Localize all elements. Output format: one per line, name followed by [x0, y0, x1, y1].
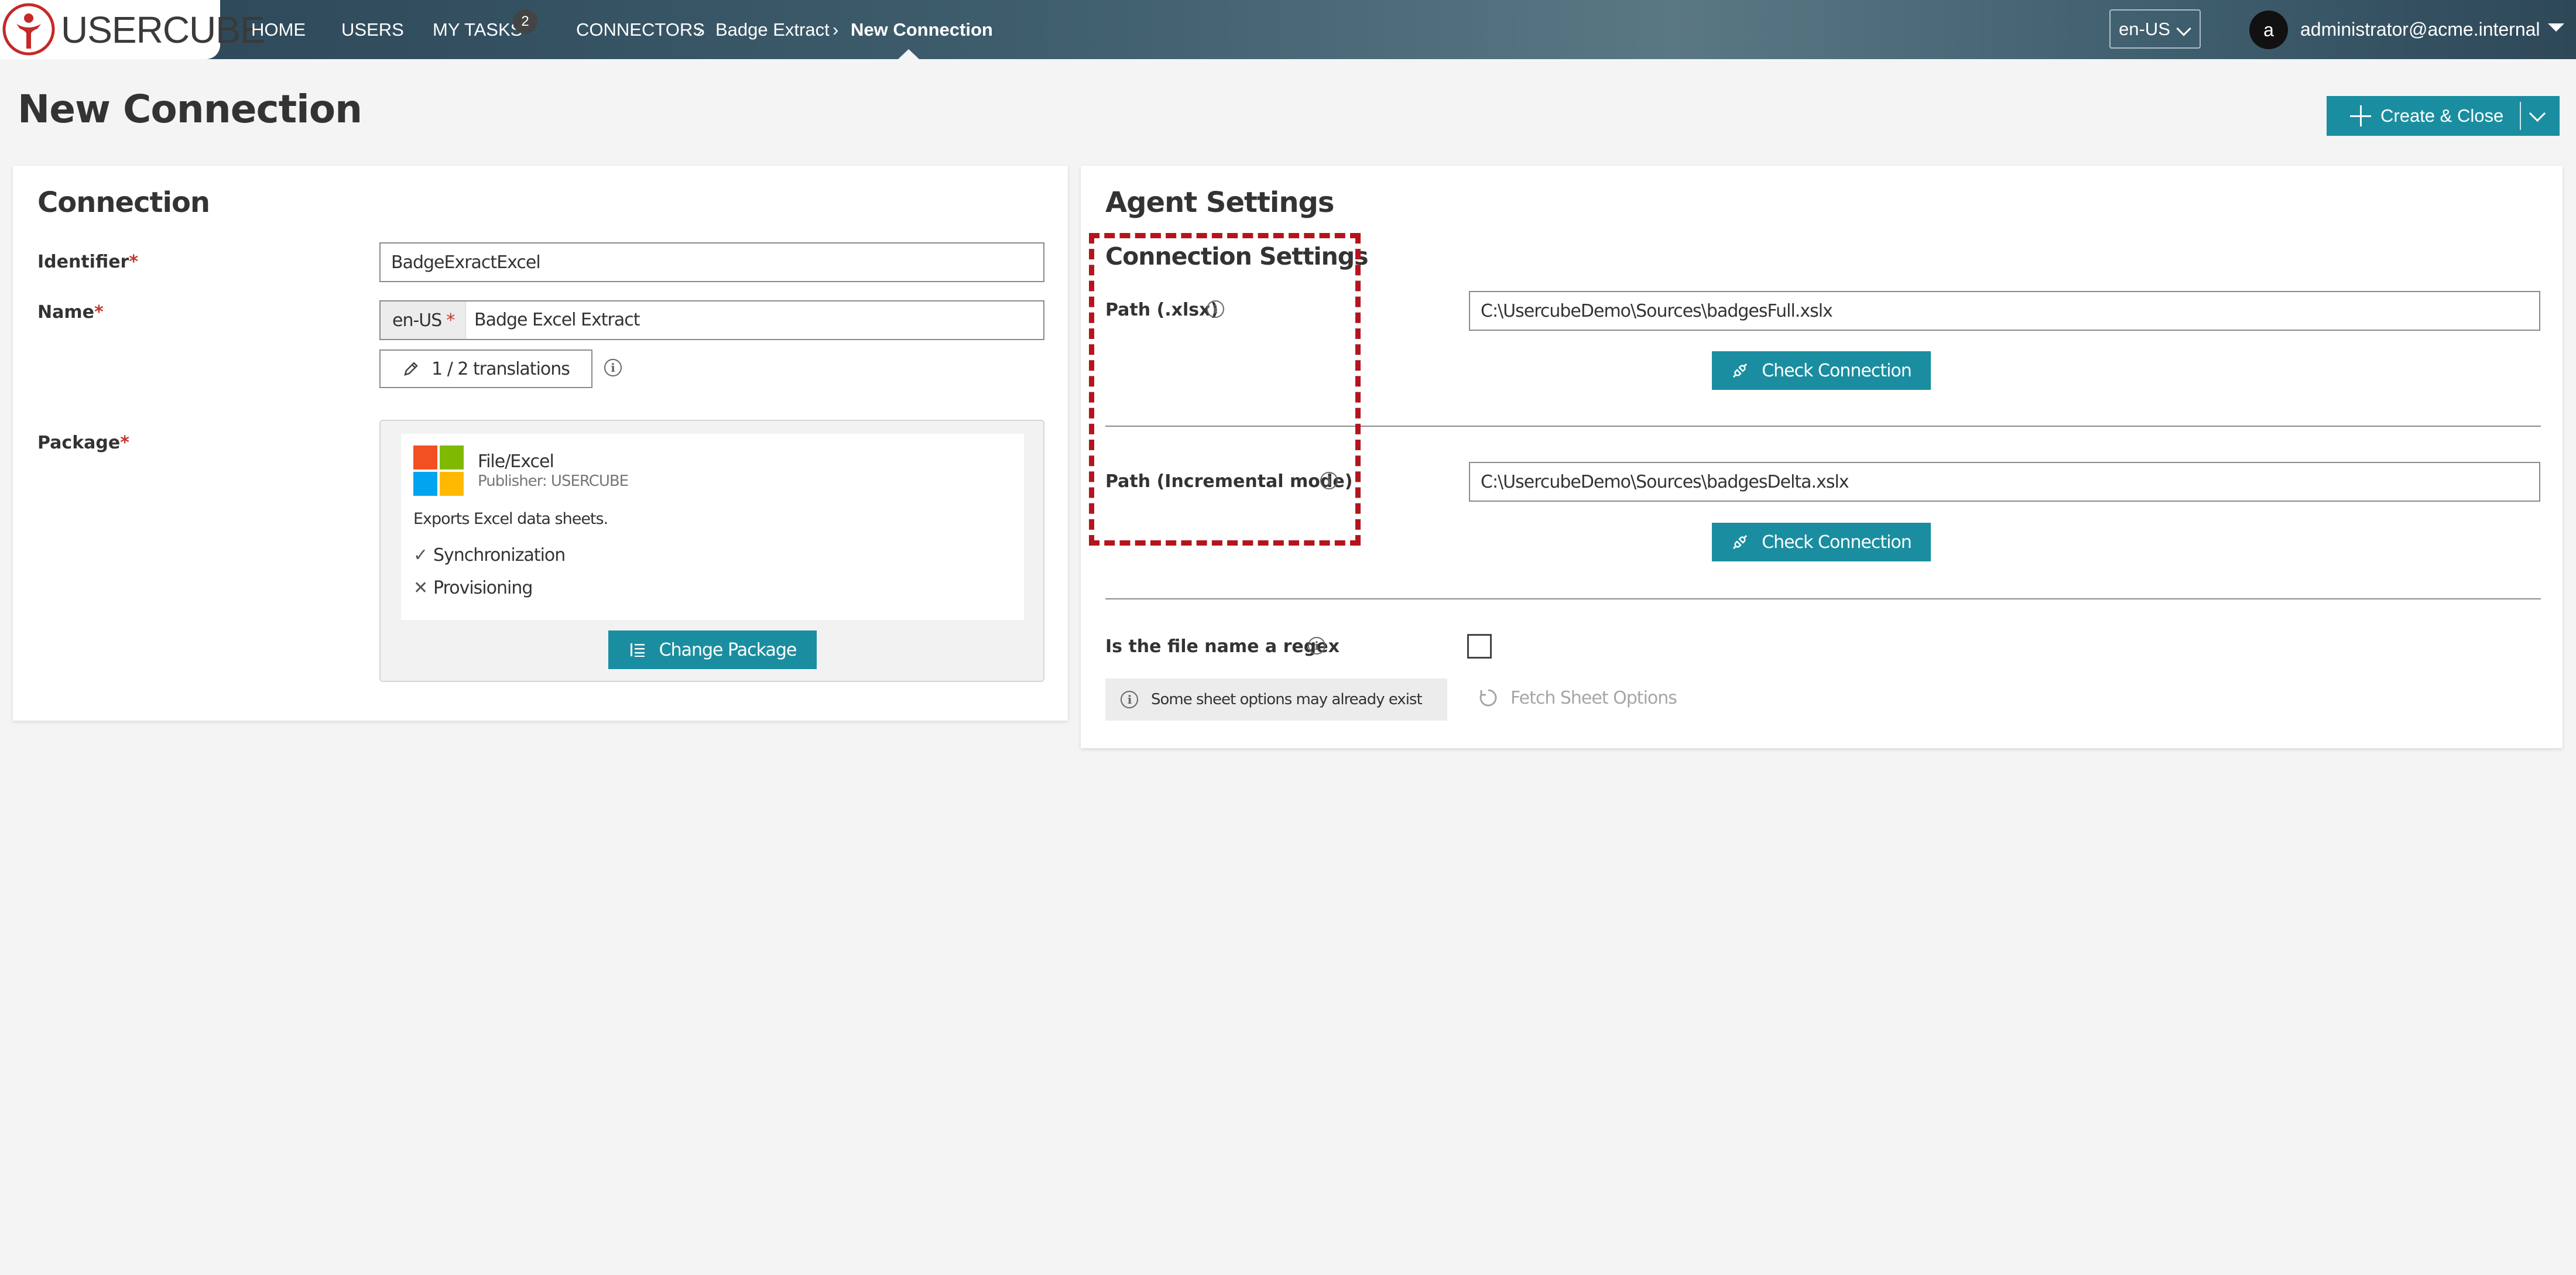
translations-label: 1 / 2 translations: [431, 358, 570, 379]
capability-synchronization: ✓ Synchronization: [413, 545, 566, 565]
check-connection-label: Check Connection: [1762, 532, 1912, 553]
info-icon: i: [1121, 691, 1138, 708]
path-xlsx-input[interactable]: C:\UsercubeDemo\Sources\badgesFull.xslx: [1469, 291, 2540, 331]
language-select[interactable]: en-US: [2109, 9, 2201, 49]
info-icon[interactable]: i: [1308, 637, 1325, 654]
name-value: Badge Excel Extract: [474, 310, 640, 330]
sheet-options-notice: i Some sheet options may already exist: [1105, 678, 1447, 721]
refresh-icon: [1479, 689, 1497, 707]
language-value: en-US: [2119, 18, 2170, 39]
page-title: New Connection: [18, 87, 362, 132]
identifier-label: Identifier*: [37, 252, 139, 272]
microsoft-excel-icon: [413, 445, 464, 496]
section-divider: [1105, 598, 2541, 599]
breadcrumb-separator-icon: ›: [697, 19, 703, 40]
package-label: Package*: [37, 433, 129, 453]
plug-icon: [1733, 363, 1748, 378]
breadcrumb-separator-icon: ›: [833, 19, 839, 40]
list-icon: [630, 643, 645, 657]
chevron-down-icon[interactable]: [2529, 105, 2546, 122]
nav-users[interactable]: USERS: [341, 19, 404, 40]
logo-text: USERCUBE: [61, 9, 265, 51]
nav-home[interactable]: HOME: [251, 19, 306, 40]
fetch-sheet-options-label: Fetch Sheet Options: [1510, 687, 1677, 708]
name-label: Name*: [37, 302, 104, 323]
cross-icon: ✕: [413, 578, 428, 598]
breadcrumb-badge-extract[interactable]: Badge Extract: [715, 19, 830, 40]
create-and-close-label: Create & Close: [2380, 105, 2504, 126]
package-publisher: Publisher: USERCUBE: [478, 472, 629, 490]
agent-settings-heading: Agent Settings: [1105, 186, 1334, 219]
usercube-logo-icon: [2, 3, 55, 56]
check-connection-button[interactable]: Check Connection: [1712, 523, 1931, 561]
fetch-sheet-options-button[interactable]: Fetch Sheet Options: [1478, 687, 1677, 708]
plug-icon: [1733, 534, 1748, 550]
top-navigation-bar: USERCUBE HOME USERS MY TASKS 2 CONNECTOR…: [0, 0, 2576, 59]
identifier-value: BadgeExractExcel: [391, 252, 541, 273]
path-incremental-input[interactable]: C:\UsercubeDemo\Sources\badgesDelta.xslx: [1469, 462, 2540, 502]
package-name: File/Excel: [478, 451, 554, 472]
change-package-label: Change Package: [659, 639, 797, 660]
user-email[interactable]: administrator@acme.internal: [2300, 19, 2540, 40]
connection-heading: Connection: [37, 186, 210, 219]
change-package-button[interactable]: Change Package: [608, 630, 817, 669]
plus-icon: [2350, 105, 2371, 126]
identifier-input[interactable]: BadgeExractExcel: [379, 242, 1044, 282]
notice-text: Some sheet options may already exist: [1151, 691, 1423, 708]
pencil-icon: [404, 362, 418, 376]
path-xlsx-value: C:\UsercubeDemo\Sources\badgesFull.xslx: [1481, 300, 1833, 321]
check-icon: ✓: [413, 545, 428, 565]
nav-my-tasks[interactable]: MY TASKS: [433, 19, 522, 40]
chevron-down-icon: [2176, 21, 2191, 36]
logo[interactable]: USERCUBE: [0, 0, 265, 59]
check-connection-button[interactable]: Check Connection: [1712, 351, 1931, 390]
button-divider: [2520, 102, 2521, 130]
regex-label: Is the file name a regex: [1105, 636, 1340, 657]
path-incremental-value: C:\UsercubeDemo\Sources\badgesDelta.xslx: [1481, 471, 1849, 492]
name-language-prefix: en-US *: [381, 301, 466, 339]
check-connection-label: Check Connection: [1762, 360, 1912, 381]
regex-checkbox[interactable]: [1467, 634, 1492, 659]
highlight-annotation: [1089, 233, 1361, 546]
package-card: File/Excel Publisher: USERCUBE Exports E…: [401, 434, 1024, 620]
package-selector: File/Excel Publisher: USERCUBE Exports E…: [379, 420, 1044, 682]
active-page-indicator: [898, 49, 919, 59]
name-input[interactable]: en-US * Badge Excel Extract: [379, 300, 1044, 340]
tasks-count-badge: 2: [513, 9, 537, 34]
avatar[interactable]: a: [2249, 11, 2288, 49]
translations-button[interactable]: 1 / 2 translations: [379, 349, 592, 388]
user-menu-caret-icon[interactable]: [2548, 23, 2564, 32]
create-and-close-button[interactable]: Create & Close: [2327, 96, 2560, 136]
capability-provisioning: ✕ Provisioning: [413, 578, 533, 598]
package-description: Exports Excel data sheets.: [413, 510, 608, 528]
info-icon[interactable]: i: [604, 359, 622, 376]
nav-connectors[interactable]: CONNECTORS: [576, 19, 705, 40]
breadcrumb-new-connection: New Connection: [851, 19, 993, 40]
